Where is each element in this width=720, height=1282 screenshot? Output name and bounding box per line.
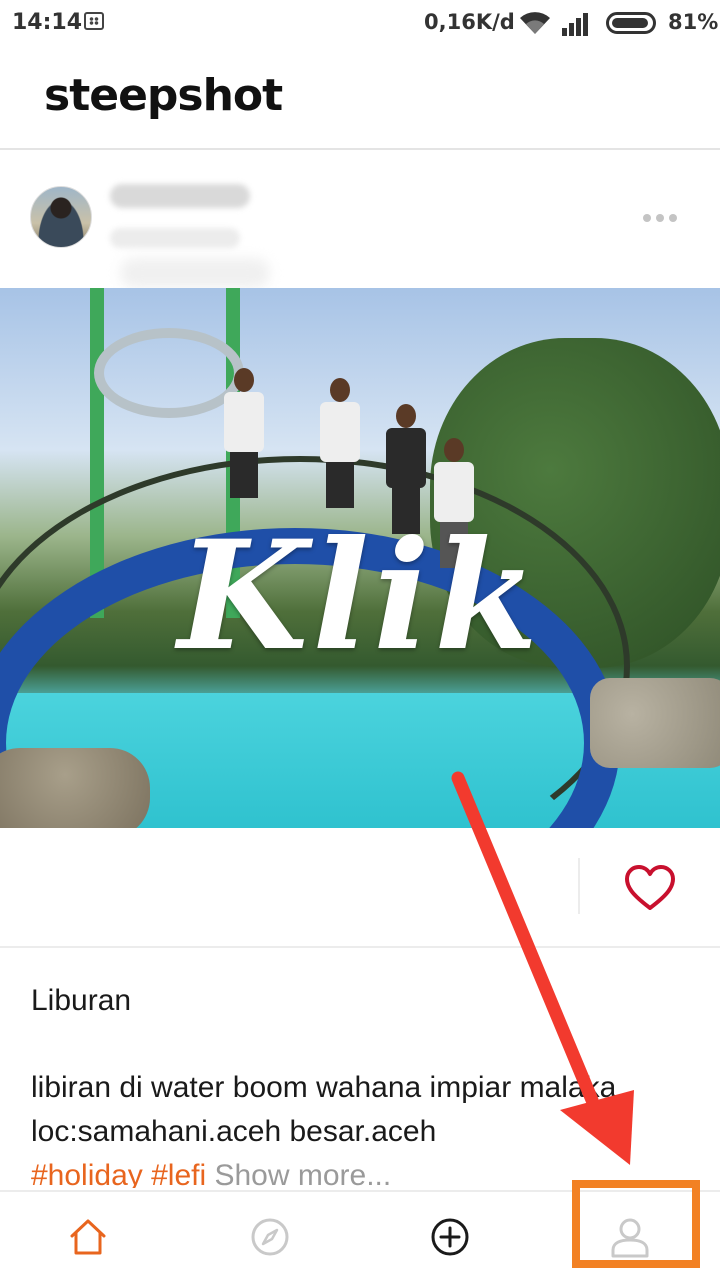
post-body-block: libiran di water boom wahana impiar mala… [31, 1066, 671, 1188]
home-icon [70, 1219, 106, 1255]
app-logo: steepshot [44, 70, 283, 121]
redaction-blur [120, 258, 270, 288]
bbm-notification-icon [84, 12, 104, 30]
post-hashtags[interactable]: #holiday #lefi [31, 1159, 206, 1188]
wifi-icon [520, 12, 550, 34]
nav-explore[interactable] [240, 1212, 300, 1262]
show-more-link[interactable]: Show more... [214, 1159, 391, 1188]
photo-person [222, 368, 266, 498]
photo-rocks [590, 678, 720, 768]
post-image[interactable]: Klik [0, 288, 720, 828]
post-header [0, 150, 720, 288]
post-title: Liburan [31, 984, 132, 1017]
status-time: 14:14 [12, 10, 83, 35]
nav-create[interactable] [420, 1212, 480, 1262]
actions-divider [578, 858, 580, 914]
more-options-icon[interactable] [640, 208, 680, 228]
highlight-box [572, 1180, 700, 1268]
compass-icon [251, 1218, 289, 1256]
post-description: Liburan libiran di water boom wahana imp… [0, 948, 720, 1188]
post-actions [0, 828, 720, 948]
like-button[interactable] [624, 864, 676, 912]
battery-percent: 81% [668, 10, 719, 34]
signal-icon [562, 13, 588, 36]
status-bar: 14:14 0,16K/d 81% [0, 0, 720, 48]
photo-person [318, 378, 362, 508]
image-overlay-text: Klik [177, 508, 543, 684]
post-body: libiran di water boom wahana impiar mala… [31, 1071, 617, 1148]
post-time [110, 228, 240, 248]
author-avatar[interactable] [30, 186, 92, 248]
author-name[interactable] [110, 184, 250, 208]
network-speed: 0,16K/d [424, 10, 515, 34]
heart-icon [625, 865, 675, 910]
photo-rocks-left [0, 748, 150, 828]
nav-home[interactable] [58, 1212, 118, 1262]
plus-circle-icon [431, 1218, 469, 1256]
battery-icon [606, 12, 656, 34]
app-header: steepshot [0, 48, 720, 150]
